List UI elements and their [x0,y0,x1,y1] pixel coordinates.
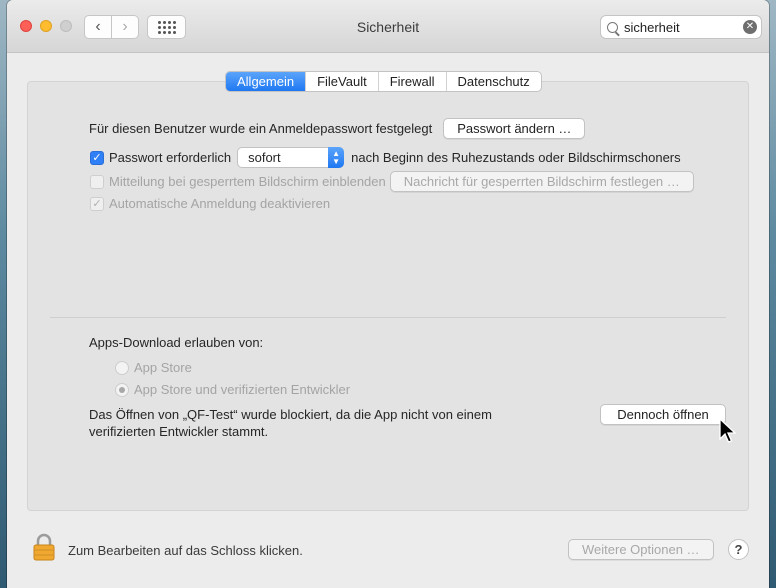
require-password-row: ✓ Passwort erforderlich sofort ▲ ▼ nach B… [90,147,681,168]
lock-message-row: Mitteilung bei gesperrtem Bildschirm ein… [90,171,694,192]
tab-allgemein[interactable]: Allgemein [226,72,306,91]
tab-bar: Allgemein FileVault Firewall Datenschutz [225,71,542,92]
search-input[interactable] [624,19,744,35]
blocked-message-line-1: Das Öffnen von „QF-Test“ wurde blockiert… [89,407,492,422]
require-password-suffix: nach Beginn des Ruhezustands oder Bildsc… [351,150,681,165]
radio-app-store-developers-button[interactable] [115,382,129,397]
tab-filevault[interactable]: FileVault [305,72,378,91]
password-set-label: Für diesen Benutzer wurde ein Anmeldepas… [89,121,433,136]
lock-message-checkbox[interactable] [90,174,104,189]
auto-login-label: Automatische Anmeldung deaktivieren [109,196,331,211]
downloads-heading-label: Apps-Download erlauben von: [89,335,264,350]
radio-app-store-developers[interactable]: App Store und verifizierten Entwickler [115,382,350,397]
radio-app-store[interactable]: App Store [115,360,192,375]
tab-datenschutz[interactable]: Datenschutz [445,72,541,91]
require-password-checkbox[interactable]: ✓ [90,150,104,165]
clear-search-icon[interactable]: ✕ [743,20,757,34]
title-bar: ‹ › Sicherheit ✕ [7,0,769,53]
password-row: Für diesen Benutzer wurde ein Anmeldepas… [89,118,586,139]
section-divider [50,317,726,318]
tab-content-panel [27,81,749,511]
lock-hint-text: Zum Bearbeiten auf das Schloss klicken. [68,543,303,558]
advanced-row: Weitere Optionen … [568,539,714,560]
open-anyway-row: Dennoch öffnen [600,404,726,425]
tab-firewall[interactable]: Firewall [377,72,446,91]
radio-app-store-label: App Store [134,360,192,375]
open-anyway-button[interactable]: Dennoch öffnen [600,404,726,425]
require-password-value: sofort [248,150,281,165]
radio-app-store-button[interactable] [115,360,129,375]
lock-icon[interactable] [33,533,55,561]
radio-app-store-developers-label: App Store und verifizierten Entwickler [134,382,351,397]
mouse-pointer-icon [719,418,737,443]
advanced-options-button[interactable]: Weitere Optionen … [568,539,714,560]
preferences-window: ‹ › Sicherheit ✕ Allgemein FileVault Fir… [7,0,769,588]
auto-login-checkbox[interactable]: ✓ [90,196,104,211]
help-button[interactable]: ? [728,539,749,560]
auto-login-row: ✓ Automatische Anmeldung deaktivieren [90,196,330,211]
popup-arrows-icon: ▲ ▼ [328,147,345,168]
require-password-popup[interactable]: sofort ▲ ▼ [237,147,345,168]
search-icon [607,21,618,33]
blocked-message-line-2: verifizierten Entwickler stammt. [89,424,269,439]
downloads-heading: Apps-Download erlauben von: [89,335,263,350]
lock-message-label: Mitteilung bei gesperrtem Bildschirm ein… [109,174,386,189]
blocked-app-message: Das Öffnen von „QF-Test“ wurde blockiert… [89,406,559,440]
change-password-button[interactable]: Passwort ändern … [443,118,586,139]
search-field[interactable]: ✕ [600,15,762,39]
require-password-label: Passwort erforderlich [109,150,232,165]
set-lock-message-button[interactable]: Nachricht für gesperrten Bildschirm fest… [389,171,694,192]
